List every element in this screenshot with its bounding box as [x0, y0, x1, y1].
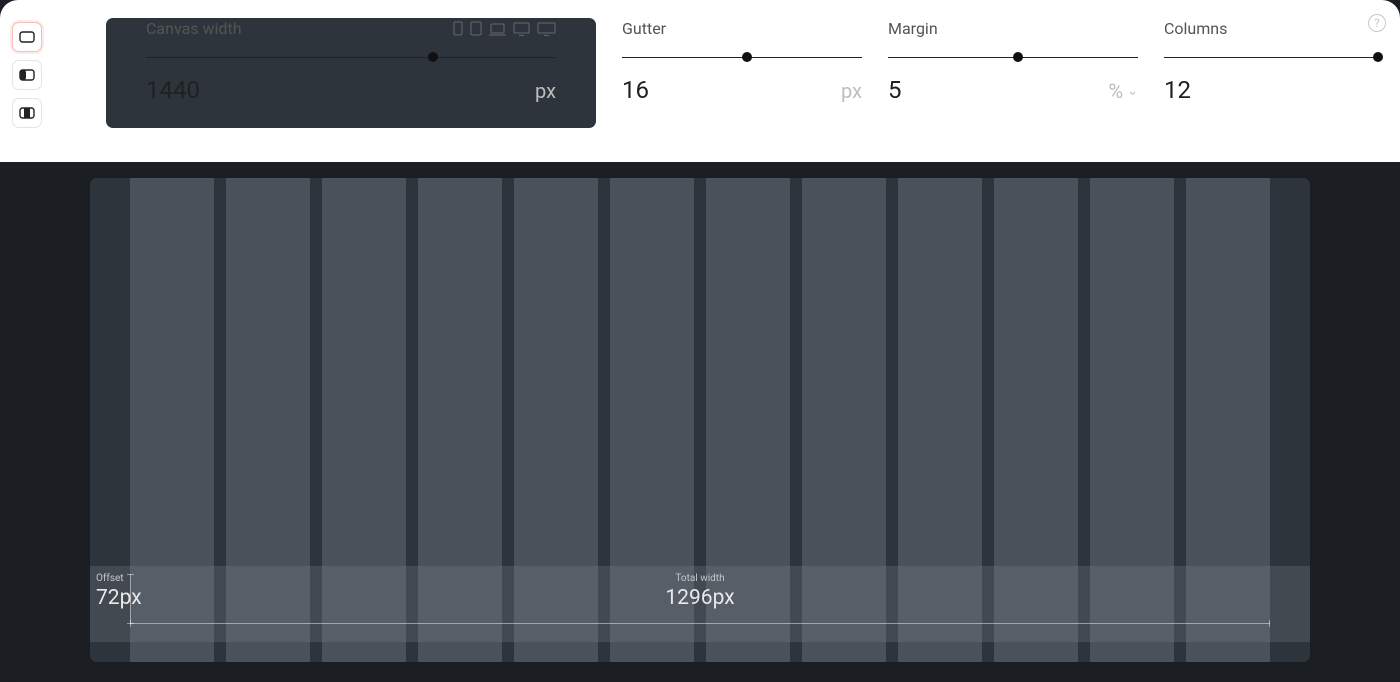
device-tablet-icon[interactable]: [470, 21, 482, 36]
total-width-readout: Total width 1296px: [665, 573, 734, 610]
measurement-overlay: Offset 72px Total width 1296px: [90, 566, 1310, 642]
offset-title: Offset: [96, 573, 142, 584]
mode-center-button[interactable]: [12, 98, 42, 128]
device-phone-icon[interactable]: [453, 21, 463, 36]
margin-label: Margin: [888, 19, 938, 38]
canvas-width-label: Canvas width: [146, 19, 242, 38]
gutter-unit: px: [841, 79, 862, 103]
columns-label: Columns: [1164, 19, 1227, 38]
gutter-value[interactable]: 16: [622, 76, 790, 104]
controls-panel: ? Canvas width: [0, 0, 1400, 162]
device-laptop-icon[interactable]: [489, 23, 506, 36]
device-presets: [453, 21, 556, 36]
canvas-width-slider[interactable]: [146, 52, 556, 62]
columns-slider[interactable]: [1164, 52, 1378, 62]
device-desktop-icon[interactable]: [513, 22, 530, 36]
columns-value[interactable]: 12: [1164, 76, 1314, 104]
canvas-width-value[interactable]: 1440: [146, 76, 433, 104]
device-wide-icon[interactable]: [537, 22, 556, 36]
chevron-down-icon: ⌄: [1127, 84, 1138, 99]
offset-readout: Offset 72px: [96, 573, 142, 610]
preview-area: Offset 72px Total width 1296px: [0, 162, 1400, 682]
canvas-width-unit: px: [535, 79, 556, 103]
canvas-width-group: Canvas width 1440 px: [106, 18, 596, 128]
help-icon[interactable]: ?: [1368, 14, 1386, 32]
offset-value: 72px: [96, 586, 142, 610]
margin-unit-text: %: [1108, 79, 1123, 103]
total-title: Total width: [665, 573, 734, 584]
margin-slider[interactable]: [888, 52, 1138, 62]
margin-group: Margin 5 % ⌄: [888, 18, 1138, 128]
rectangle-center-fill-icon: [19, 107, 35, 119]
preview-canvas: Offset 72px Total width 1296px: [90, 178, 1310, 662]
columns-group: Columns 12: [1164, 18, 1378, 128]
mode-outline-button[interactable]: [12, 22, 42, 52]
gutter-slider[interactable]: [622, 52, 862, 62]
gutter-group: Gutter 16 px: [622, 18, 862, 128]
mode-rail: [12, 18, 42, 128]
margin-value[interactable]: 5: [888, 76, 1063, 104]
rectangle-outline-icon: [19, 31, 35, 43]
total-value: 1296px: [665, 586, 734, 610]
total-width-ruler: [130, 623, 1270, 624]
rectangle-left-fill-icon: [19, 69, 35, 81]
gutter-label: Gutter: [622, 19, 666, 38]
mode-left-button[interactable]: [12, 60, 42, 90]
margin-unit-select[interactable]: % ⌄: [1108, 79, 1138, 103]
